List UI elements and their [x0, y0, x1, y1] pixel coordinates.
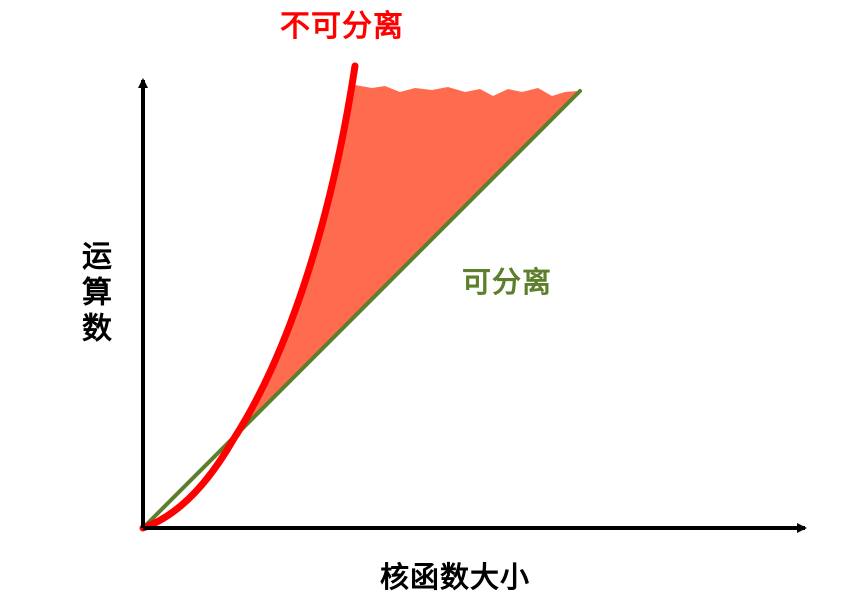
- separable-label: 可分离: [462, 265, 553, 299]
- non-separable-label: 不可分离: [280, 9, 404, 44]
- x-axis-label: 核函数大小: [380, 560, 531, 594]
- cost-comparison-diagram: [138, 62, 807, 533]
- y-axis-label: 运算数: [76, 240, 111, 348]
